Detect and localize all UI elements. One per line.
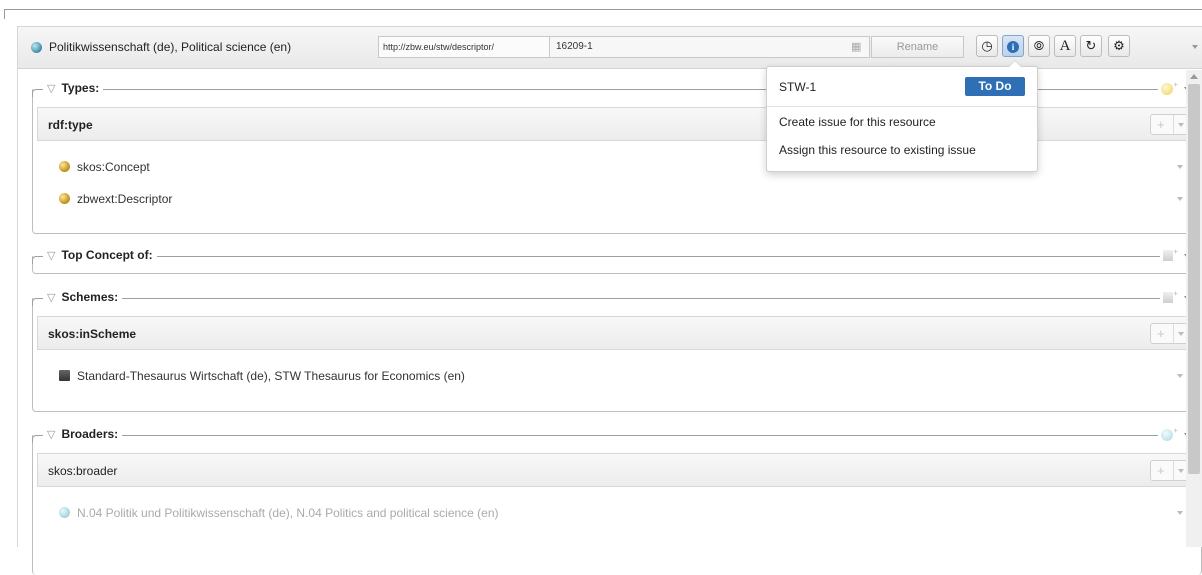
local-name-field[interactable]: 16209-1 ▦ — [550, 36, 870, 58]
plus-icon[interactable]: + — [1157, 326, 1165, 341]
issues-popup: STW-1 To Do Create issue for this resour… — [766, 60, 1038, 172]
chevron-down-icon[interactable] — [1177, 374, 1183, 378]
value-text[interactable]: zbwext:Descriptor — [77, 192, 172, 206]
issue-link[interactable]: STW-1 — [779, 80, 816, 94]
schemes-section: ▽ Schemes: + skos:inScheme + Standard-The… — [32, 289, 1202, 412]
value-row[interactable]: zbwext:Descriptor — [37, 183, 1197, 215]
property-name[interactable]: skos:broader — [48, 464, 117, 478]
refresh-button[interactable]: ↻ — [1080, 35, 1102, 57]
section-title: Schemes: — [61, 290, 119, 304]
types-legend[interactable]: ▽ Types: — [43, 81, 104, 95]
more-menu-caret[interactable] — [1192, 45, 1198, 49]
value-text[interactable]: skos:Concept — [77, 160, 150, 174]
chevron-down-icon[interactable] — [1178, 469, 1184, 473]
section-divider — [37, 435, 1197, 436]
local-name-value: 16209-1 — [556, 41, 593, 52]
scrollbar-thumb[interactable] — [1188, 84, 1200, 474]
popup-arrow-inner — [1009, 61, 1021, 67]
popup-divider — [767, 106, 1037, 107]
add-value-buttons[interactable]: + — [1150, 114, 1190, 135]
plus-icon[interactable]: + — [1157, 117, 1165, 132]
font-icon: A — [1059, 38, 1071, 54]
chevron-down-icon[interactable] — [1177, 165, 1183, 169]
concept-icon — [31, 42, 42, 53]
property-name[interactable]: skos:inScheme — [48, 327, 136, 341]
value-row[interactable]: Standard-Thesaurus Wirtschaft (de), STW … — [37, 360, 1197, 392]
issues-button[interactable]: i — [1002, 35, 1024, 57]
property-name[interactable]: rdf:type — [48, 118, 93, 132]
concept-bulb-icon[interactable] — [1161, 428, 1174, 441]
settings-button[interactable]: ⚙ — [1108, 35, 1130, 57]
section-title: Top Concept of: — [61, 248, 153, 262]
history-button[interactable]: ◷ — [976, 35, 998, 57]
add-value-buttons[interactable]: + — [1150, 460, 1190, 481]
section-corner — [32, 256, 38, 264]
broaders-section: ▽ Broaders: + skos:broader + N.04 Politik… — [32, 426, 1202, 575]
section-corner — [32, 89, 38, 97]
top-concept-legend[interactable]: ▽ Top Concept of: — [43, 248, 157, 262]
collapse-triangle-icon[interactable]: ▽ — [47, 83, 55, 95]
concept-icon — [59, 507, 70, 518]
value-text[interactable]: Standard-Thesaurus Wirtschaft (de), STW … — [77, 369, 465, 383]
gear-icon: ⚙ — [1113, 38, 1125, 53]
chevron-down-icon[interactable] — [1178, 332, 1184, 336]
visibility-button[interactable]: ⦾ — [1028, 35, 1050, 57]
section-title: Types: — [61, 81, 100, 95]
broaders-legend[interactable]: ▽ Broaders: — [43, 427, 123, 441]
vertical-scrollbar[interactable] — [1186, 70, 1202, 547]
property-header-skos-inscheme: skos:inScheme + — [37, 316, 1197, 350]
schemes-legend[interactable]: ▽ Schemes: — [43, 290, 123, 304]
divider — [1173, 461, 1174, 480]
collapse-triangle-icon[interactable]: ▽ — [47, 250, 55, 262]
scroll-up-arrow-icon[interactable] — [1190, 74, 1198, 79]
scheme-icon[interactable] — [1163, 250, 1174, 262]
namespace-field[interactable]: http://zbw.eu/stw/descriptor/ — [378, 36, 550, 58]
status-badge: To Do — [965, 77, 1025, 96]
section-divider — [37, 256, 1197, 257]
chevron-down-icon[interactable] — [1178, 123, 1184, 127]
clock-icon: ◷ — [981, 38, 993, 53]
rename-button[interactable]: Rename — [871, 36, 964, 58]
top-border-line — [4, 9, 1202, 10]
rendering-toggle-button[interactable]: A — [1054, 35, 1076, 57]
value-row[interactable]: N.04 Politik und Politikwissenschaft (de… — [37, 497, 1197, 529]
lightbulb-icon[interactable] — [1161, 82, 1174, 95]
value-text[interactable]: N.04 Politik und Politikwissenschaft (de… — [77, 506, 499, 520]
eye-slash-icon: ⦾ — [1033, 38, 1045, 53]
top-border-tick — [4, 9, 5, 19]
divider — [1173, 324, 1174, 343]
section-title: Broaders: — [61, 427, 119, 441]
plus-icon: + — [1173, 80, 1178, 89]
scheme-icon[interactable] — [1163, 292, 1174, 304]
collapse-triangle-icon[interactable]: ▽ — [47, 292, 55, 304]
property-header-skos-broader: skos:broader + — [37, 453, 1197, 487]
class-icon — [59, 161, 70, 172]
resource-header: Politikwissenschaft (de), Political scie… — [18, 27, 1202, 69]
section-divider — [37, 298, 1197, 299]
scheme-icon — [59, 370, 70, 381]
add-value-buttons[interactable]: + — [1150, 323, 1190, 344]
assign-issue-menu-item[interactable]: Assign this resource to existing issue — [779, 143, 976, 157]
info-icon: i — [1007, 40, 1019, 53]
chevron-down-icon[interactable] — [1177, 197, 1183, 201]
section-corner — [32, 435, 38, 443]
divider — [1173, 115, 1174, 134]
refresh-icon: ↻ — [1085, 38, 1097, 53]
top-concept-section: ▽ Top Concept of: + — [32, 247, 1202, 274]
class-icon — [59, 193, 70, 204]
trash-icon[interactable]: ▦ — [851, 40, 863, 54]
collapse-triangle-icon[interactable]: ▽ — [47, 429, 55, 441]
plus-icon: + — [1173, 426, 1178, 435]
create-issue-menu-item[interactable]: Create issue for this resource — [779, 115, 936, 129]
plus-icon[interactable]: + — [1157, 463, 1165, 478]
section-corner — [32, 298, 38, 306]
chevron-down-icon[interactable] — [1177, 511, 1183, 515]
plus-icon: + — [1173, 247, 1178, 256]
resource-title: Politikwissenschaft (de), Political scie… — [49, 40, 292, 54]
plus-icon: + — [1173, 289, 1178, 298]
